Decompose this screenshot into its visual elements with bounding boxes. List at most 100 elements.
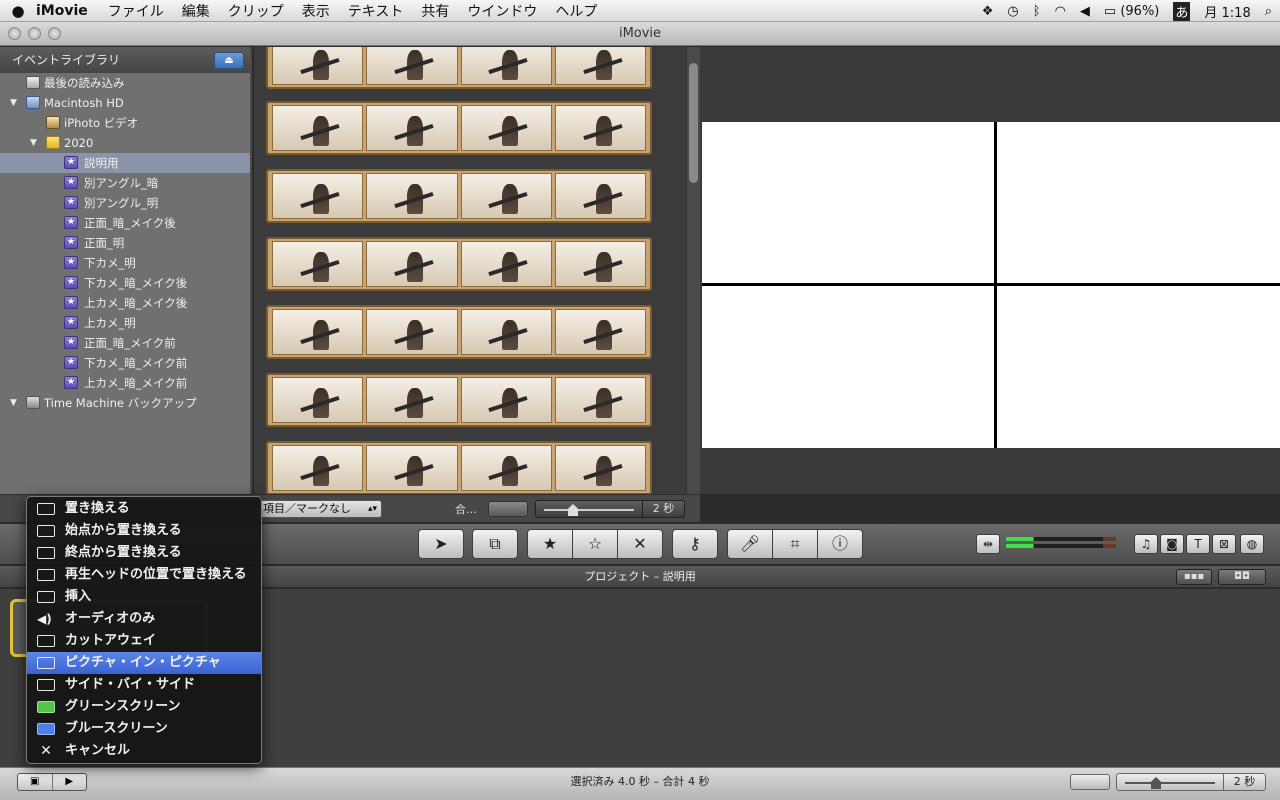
event-library-title: イベントライブラリ <box>12 53 121 67</box>
library-item-event[interactable]: ★ 別アングル_明 <box>0 193 250 213</box>
disclosure-triangle-icon[interactable]: ▼ <box>10 93 17 113</box>
menu-share[interactable]: 共有 <box>421 1 449 21</box>
library-item-event[interactable]: ★ 正面_明 <box>0 233 250 253</box>
mark-favorite-button[interactable]: ★ <box>527 529 573 559</box>
disclosure-triangle-icon[interactable]: ▼ <box>10 393 17 413</box>
music-browser-button[interactable]: ♫ <box>1134 534 1158 554</box>
show-filter-popup[interactable]: 項目／マークなし ▴▾ <box>258 500 382 518</box>
library-item-event[interactable]: ★ 上カメ_明 <box>0 313 250 333</box>
menu-clip[interactable]: クリップ <box>228 1 284 21</box>
menubar-clock[interactable]: 月 1:18 <box>1204 2 1250 21</box>
menu-item-blue-screen[interactable]: ブルースクリーン <box>27 718 261 740</box>
slider-knob[interactable] <box>568 504 578 516</box>
map-browser-button[interactable]: ◍ <box>1240 534 1264 554</box>
library-item-event[interactable]: ★ 下カメ_明 <box>0 253 250 273</box>
menu-item-cancel[interactable]: ✕ キャンセル <box>27 740 261 762</box>
video-frame-thumbnail <box>554 445 646 491</box>
library-item-event-selected[interactable]: ★ 説明用 <box>0 153 250 173</box>
scrollbar-thumb[interactable] <box>689 63 698 183</box>
menu-item-replace[interactable]: 置き換える <box>27 498 261 520</box>
library-item-event[interactable]: ★ 別アングル_暗 <box>0 173 250 193</box>
menu-item-label: 置き換える <box>65 501 130 516</box>
select-tool-button[interactable]: ➤ <box>418 529 464 559</box>
comment-marker-button[interactable]: ◘◘ <box>1218 569 1266 585</box>
library-item-event[interactable]: ★ 下カメ_暗_メイク前 <box>0 353 250 373</box>
library-item-event[interactable]: ★ 下カメ_暗_メイク後 <box>0 273 250 293</box>
time-machine-status-icon[interactable]: ◷ <box>1007 4 1018 19</box>
menu-item-replace-at-playhead[interactable]: 再生ヘッドの位置で置き換える <box>27 564 261 586</box>
browser-zoom-slider[interactable]: 2 秒 <box>535 500 685 518</box>
menu-item-audio-only[interactable]: ◀) オーディオのみ <box>27 608 261 630</box>
browser-scrollbar[interactable] <box>686 47 700 494</box>
menu-bar: ● iMovie ファイル 編集 クリップ 表示 テキスト 共有 ウインドウ ヘ… <box>0 0 1280 22</box>
dropbox-icon[interactable]: ❖ <box>982 4 994 19</box>
project-zoom-slider[interactable]: 2 秒 <box>1116 773 1266 791</box>
waveform-toggle-button[interactable] <box>488 501 528 517</box>
library-item-iphoto-video[interactable]: iPhoto ビデオ <box>0 113 250 133</box>
bluetooth-icon[interactable]: ᛒ <box>1033 4 1041 19</box>
clip-filmstrip[interactable] <box>266 237 652 291</box>
project-waveform-toggle[interactable] <box>1070 774 1110 790</box>
input-method-indicator[interactable]: あ <box>1173 1 1191 21</box>
battery-status[interactable]: ▭ (96%) <box>1104 4 1159 19</box>
menu-view[interactable]: 表示 <box>302 1 330 21</box>
side-by-side-icon <box>37 679 55 691</box>
eject-icon[interactable]: ⏏ <box>214 52 244 69</box>
menu-item-cutaway[interactable]: カットアウェイ <box>27 630 261 652</box>
close-window-button[interactable] <box>8 27 21 40</box>
unmark-button[interactable]: ☆ <box>572 529 618 559</box>
minimize-window-button[interactable] <box>28 27 41 40</box>
clip-filmstrip[interactable] <box>266 441 652 494</box>
keyword-button[interactable]: ⚷ <box>672 529 718 559</box>
menu-item-insert[interactable]: 挿入 <box>27 586 261 608</box>
library-item-2020[interactable]: ▼ 2020 <box>0 133 250 153</box>
menu-edit[interactable]: 編集 <box>182 1 210 21</box>
clip-filmstrip[interactable] <box>266 47 652 89</box>
key-icon: ⚷ <box>689 534 701 553</box>
video-frame-thumbnail <box>460 445 552 491</box>
wifi-icon[interactable]: ◠ <box>1055 4 1066 19</box>
library-item-recent-import[interactable]: 最後の読み込み <box>0 73 250 93</box>
clip-filmstrip[interactable] <box>266 373 652 427</box>
project-view-toggle[interactable]: ▪▪▪ <box>1176 569 1212 585</box>
audio-adjust-button[interactable]: ⇹ <box>976 534 1000 554</box>
slider-knob[interactable] <box>1151 777 1161 789</box>
library-item-event[interactable]: ★ 正面_暗_メイク前 <box>0 333 250 353</box>
menu-text[interactable]: テキスト <box>348 1 404 21</box>
transition-browser-button[interactable]: ⊠ <box>1212 534 1236 554</box>
clip-filmstrip[interactable] <box>266 305 652 359</box>
info-icon: ⓘ <box>831 534 848 553</box>
menu-file[interactable]: ファイル <box>108 1 164 21</box>
reject-button[interactable]: ✕ <box>617 529 663 559</box>
menu-item-replace-from-end[interactable]: 終点から置き換える <box>27 542 261 564</box>
library-item-event[interactable]: ★ 上カメ_暗_メイク後 <box>0 293 250 313</box>
clip-browser[interactable] <box>254 47 700 494</box>
menu-item-green-screen[interactable]: グリーンスクリーン <box>27 696 261 718</box>
title-browser-button[interactable]: T <box>1186 534 1210 554</box>
library-item-time-machine[interactable]: ▼ Time Machine バックアップ <box>0 393 250 413</box>
clip-filmstrip[interactable] <box>266 101 652 155</box>
voiceover-button[interactable]: 🎤︎ <box>727 529 773 559</box>
menu-item-side-by-side[interactable]: サイド・バイ・サイド <box>27 674 261 696</box>
menu-help[interactable]: ヘルプ <box>555 1 597 21</box>
photo-browser-button[interactable]: ◙ <box>1160 534 1184 554</box>
library-item-macintosh-hd[interactable]: ▼ Macintosh HD <box>0 93 250 113</box>
menu-item-replace-from-start[interactable]: 始点から置き換える <box>27 520 261 542</box>
menu-item-picture-in-picture[interactable]: ピクチャ・イン・ピクチャ <box>27 652 261 674</box>
volume-icon[interactable]: ◀ <box>1080 4 1090 19</box>
menu-item-label: 挿入 <box>65 589 92 604</box>
inspector-button[interactable]: ⓘ <box>817 529 863 559</box>
event-star-icon: ★ <box>64 356 78 369</box>
menu-window[interactable]: ウインドウ <box>467 1 537 21</box>
browser-label: 合… <box>455 503 477 516</box>
add-to-project-button[interactable]: ⧉ <box>472 529 518 559</box>
clip-filmstrip[interactable] <box>266 169 652 223</box>
library-item-event[interactable]: ★ 上カメ_暗_メイク前 <box>0 373 250 393</box>
apple-menu-icon[interactable]: ● <box>0 2 36 20</box>
app-menu[interactable]: iMovie <box>36 3 88 19</box>
library-item-event[interactable]: ★ 正面_暗_メイク後 <box>0 213 250 233</box>
spotlight-search-icon[interactable]: ⌕ <box>1265 4 1272 19</box>
disclosure-triangle-icon[interactable]: ▼ <box>30 133 37 153</box>
crop-button[interactable]: ⌗ <box>772 529 818 559</box>
zoom-window-button[interactable] <box>48 27 61 40</box>
